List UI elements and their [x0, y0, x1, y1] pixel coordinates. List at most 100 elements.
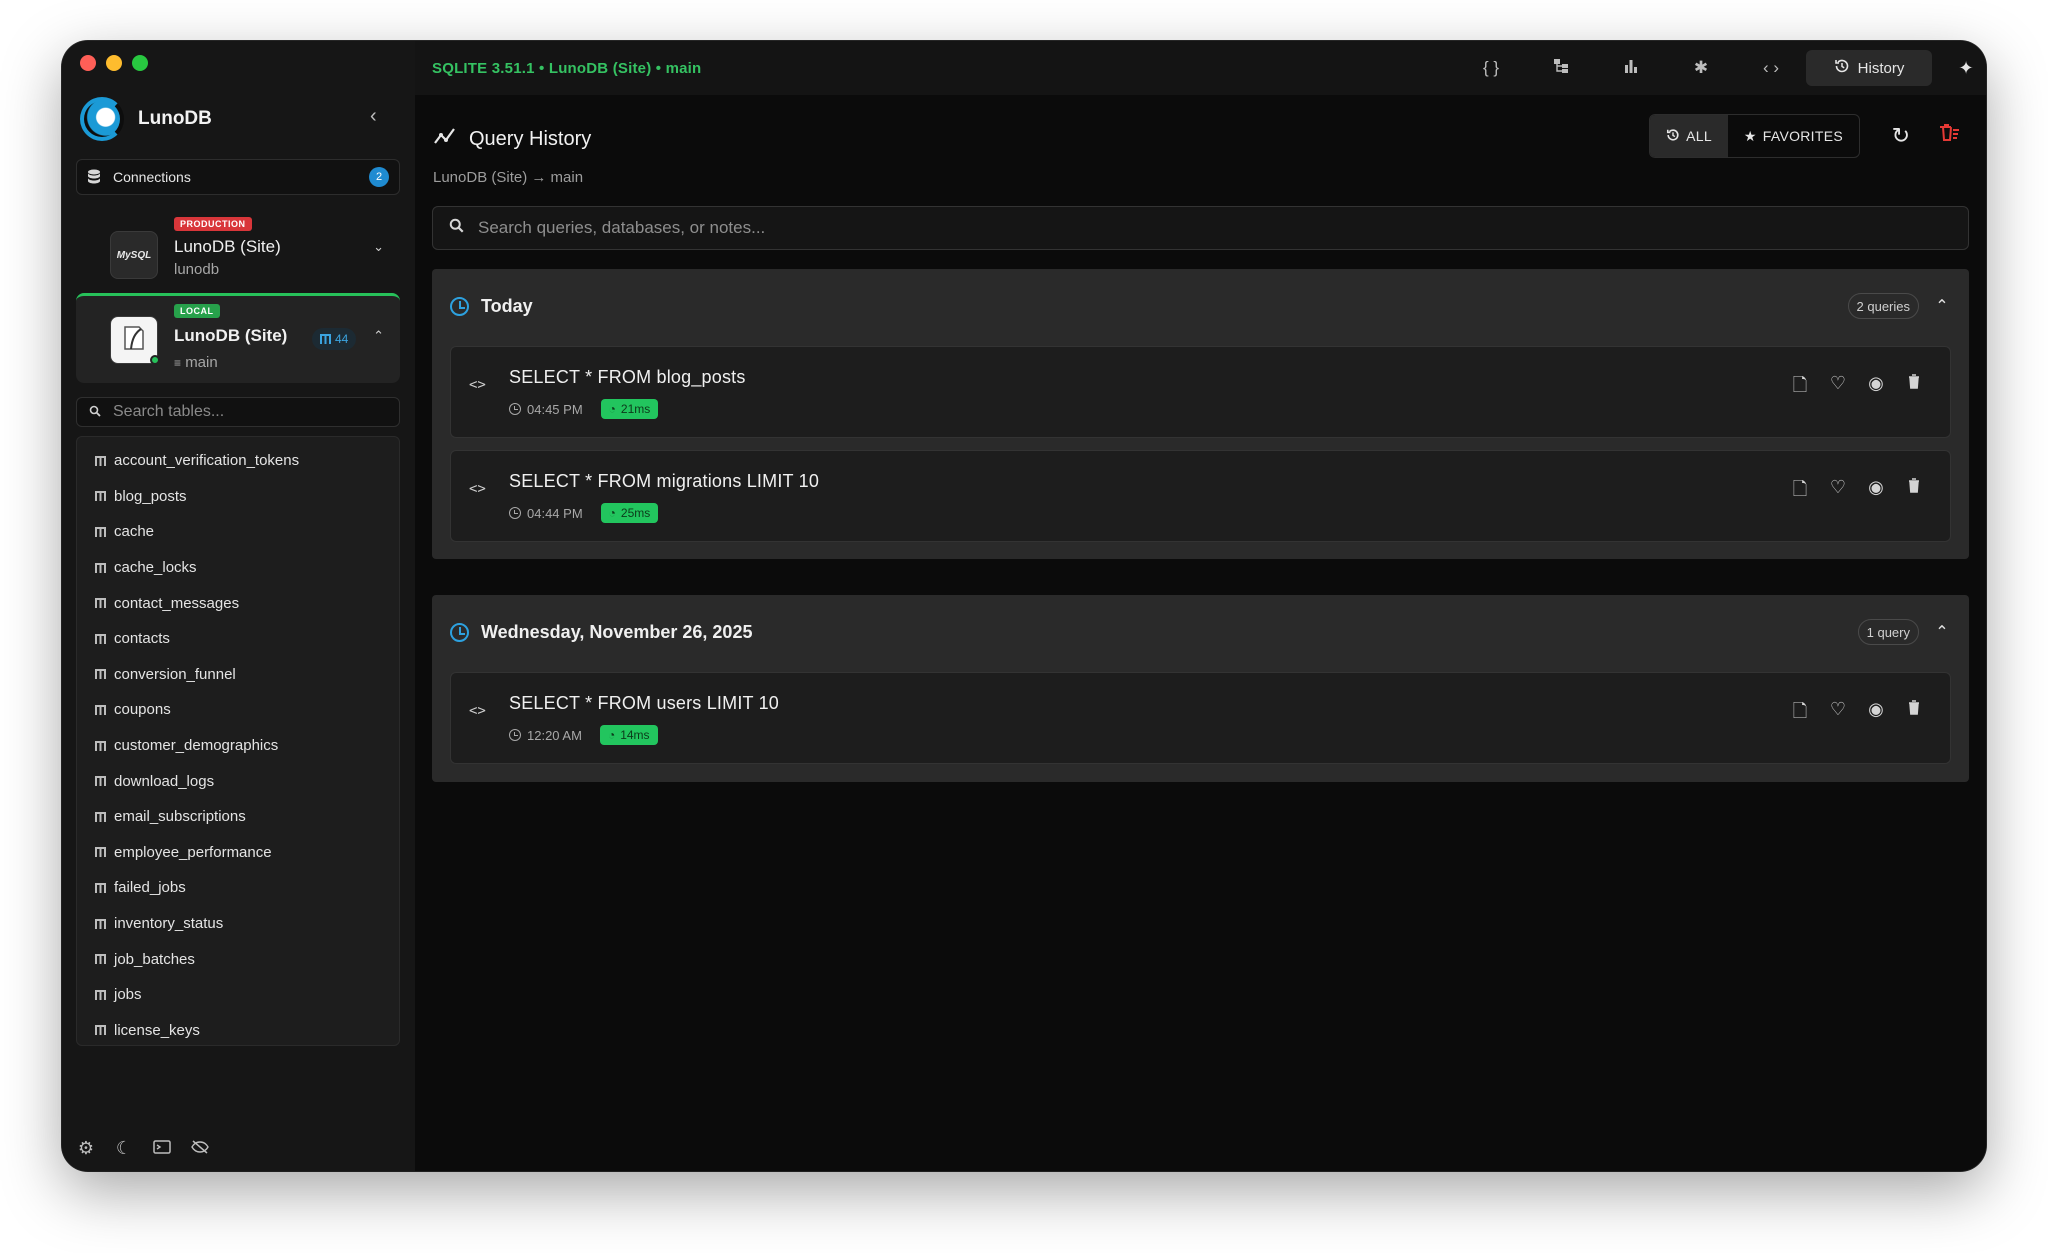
history-search-input[interactable]: [478, 218, 1878, 238]
table-list-item[interactable]: contact_messages: [77, 585, 399, 621]
file-plus-icon[interactable]: 🗋: [1790, 699, 1810, 729]
minimize-window-button[interactable]: [106, 55, 122, 71]
table-icon: [95, 526, 106, 537]
query-actions: 🗋 ♡ ◉: [1790, 699, 1924, 729]
lunodb-logo-icon: [80, 97, 124, 141]
connected-status-dot: [150, 355, 160, 365]
terminal-icon[interactable]: [152, 1138, 172, 1159]
toolbar-icons: { } ✱ ‹ › History ✦: [1456, 41, 1986, 95]
table-name: cache_locks: [114, 559, 197, 577]
table-icon: [95, 491, 106, 502]
graph-icon[interactable]: ✱: [1666, 58, 1736, 78]
group-header[interactable]: Wednesday, November 26, 2025 1 query ⌃: [450, 619, 1951, 645]
table-list-item[interactable]: email_subscriptions: [77, 799, 399, 835]
table-search-input[interactable]: [113, 403, 373, 421]
query-duration-badge: ◔ 21ms: [600, 399, 659, 419]
heart-icon[interactable]: ♡: [1828, 699, 1848, 729]
trash-icon[interactable]: [1904, 699, 1924, 729]
code-icon[interactable]: ‹ ›: [1736, 58, 1806, 78]
filter-favorites-button[interactable]: ★ FAVORITES: [1728, 115, 1859, 157]
table-list-item[interactable]: inventory_status: [77, 906, 399, 942]
refresh-icon[interactable]: ↻: [1892, 123, 1910, 149]
clear-history-icon[interactable]: [1938, 123, 1960, 147]
table-list-item[interactable]: download_logs: [77, 763, 399, 799]
table-list-item[interactable]: cache_locks: [77, 550, 399, 586]
group-header[interactable]: Today 2 queries ⌃: [450, 293, 1951, 319]
connection-database: ≡ main: [174, 354, 218, 371]
table-name: download_logs: [114, 772, 215, 790]
mysql-icon: MySQL: [110, 231, 158, 279]
chart-icon[interactable]: [1596, 58, 1666, 78]
app-window: LunoDB ‹ Connections 2 MySQL PRODUCTION …: [62, 41, 1986, 1171]
env-badge-local: LOCAL: [174, 304, 220, 318]
brand: LunoDB: [80, 95, 212, 143]
query-duration-value: 14ms: [620, 728, 650, 742]
sparkle-icon[interactable]: ✦: [1946, 58, 1986, 79]
table-icon: [95, 989, 106, 1000]
query-time: 12:20 AM: [509, 728, 582, 743]
star-icon: ★: [1743, 127, 1757, 144]
braces-icon[interactable]: { }: [1456, 58, 1526, 78]
table-list-item[interactable]: customer_demographics: [77, 728, 399, 764]
table-name: cache: [114, 523, 155, 541]
query-card[interactable]: <> SELECT * FROM blog_posts 04:45 PM ◔ 2…: [450, 346, 1951, 438]
heart-icon[interactable]: ♡: [1828, 373, 1848, 403]
breadcrumb: LunoDB (Site) → main: [433, 169, 584, 186]
table-icon: [95, 704, 106, 715]
table-list-item[interactable]: blog_posts: [77, 479, 399, 515]
table-list-item[interactable]: account_verification_tokens: [77, 443, 399, 479]
query-card[interactable]: <> SELECT * FROM users LIMIT 10 12:20 AM…: [450, 672, 1951, 764]
table-list-item[interactable]: conversion_funnel: [77, 657, 399, 693]
table-icon: [95, 562, 106, 573]
search-icon: [449, 218, 464, 238]
query-duration-value: 21ms: [620, 402, 651, 416]
database-icon: ≡: [174, 356, 182, 370]
filter-all-button[interactable]: ALL: [1650, 115, 1728, 157]
eye-icon[interactable]: ◉: [1866, 373, 1886, 403]
table-list-item[interactable]: job_batches: [77, 941, 399, 977]
table-list-item[interactable]: failed_jobs: [77, 870, 399, 906]
table-count-value: 44: [335, 332, 349, 346]
table-list-item[interactable]: license_keys: [77, 1013, 399, 1046]
connection-card-local[interactable]: LOCAL LunoDB (Site) 44 ≡ main ⌃: [76, 293, 400, 383]
query-history-icon: [433, 125, 457, 153]
connection-card-production[interactable]: MySQL PRODUCTION LunoDB (Site) lunodb ⌄: [76, 209, 400, 295]
file-plus-icon[interactable]: 🗋: [1790, 373, 1810, 403]
maximize-window-button[interactable]: [132, 55, 148, 71]
table-list-item[interactable]: cache: [77, 514, 399, 550]
table-list-item[interactable]: contacts: [77, 621, 399, 657]
clock-icon: [509, 507, 521, 519]
table-name: contacts: [114, 630, 170, 648]
trash-icon[interactable]: [1904, 373, 1924, 403]
table-list-item[interactable]: jobs: [77, 977, 399, 1013]
connection-database-name: main: [185, 354, 218, 371]
chevron-up-icon[interactable]: ⌃: [1933, 296, 1951, 316]
heart-icon[interactable]: ♡: [1828, 477, 1848, 507]
close-window-button[interactable]: [80, 55, 96, 71]
eye-icon[interactable]: ◉: [1866, 477, 1886, 507]
schema-icon[interactable]: [1526, 58, 1596, 79]
table-icon: [95, 455, 106, 466]
table-name: employee_performance: [114, 843, 272, 861]
page-title: Query History: [469, 127, 592, 150]
chevron-up-icon[interactable]: ⌃: [373, 328, 384, 344]
query-card[interactable]: <> SELECT * FROM migrations LIMIT 10 04:…: [450, 450, 1951, 542]
gear-icon[interactable]: ⚙: [76, 1138, 96, 1159]
chevron-left-icon[interactable]: ‹: [370, 105, 377, 128]
table-list-item[interactable]: coupons: [77, 692, 399, 728]
file-plus-icon[interactable]: 🗋: [1790, 477, 1810, 507]
chevron-down-icon[interactable]: ⌄: [373, 239, 384, 255]
table-icon: [320, 334, 331, 344]
code-icon: <>: [469, 481, 486, 497]
query-time-value: 04:44 PM: [527, 505, 583, 521]
chevron-up-icon[interactable]: ⌃: [1933, 622, 1951, 642]
search-icon: [89, 405, 101, 420]
eye-off-icon[interactable]: [190, 1138, 210, 1159]
eye-icon[interactable]: ◉: [1866, 699, 1886, 729]
sidebar: LunoDB ‹ Connections 2 MySQL PRODUCTION …: [62, 41, 415, 1171]
moon-icon[interactable]: ☾: [114, 1138, 134, 1159]
table-list-item[interactable]: employee_performance: [77, 835, 399, 871]
connections-button[interactable]: Connections 2: [76, 159, 400, 195]
history-button[interactable]: History: [1806, 50, 1932, 86]
trash-icon[interactable]: [1904, 477, 1924, 507]
